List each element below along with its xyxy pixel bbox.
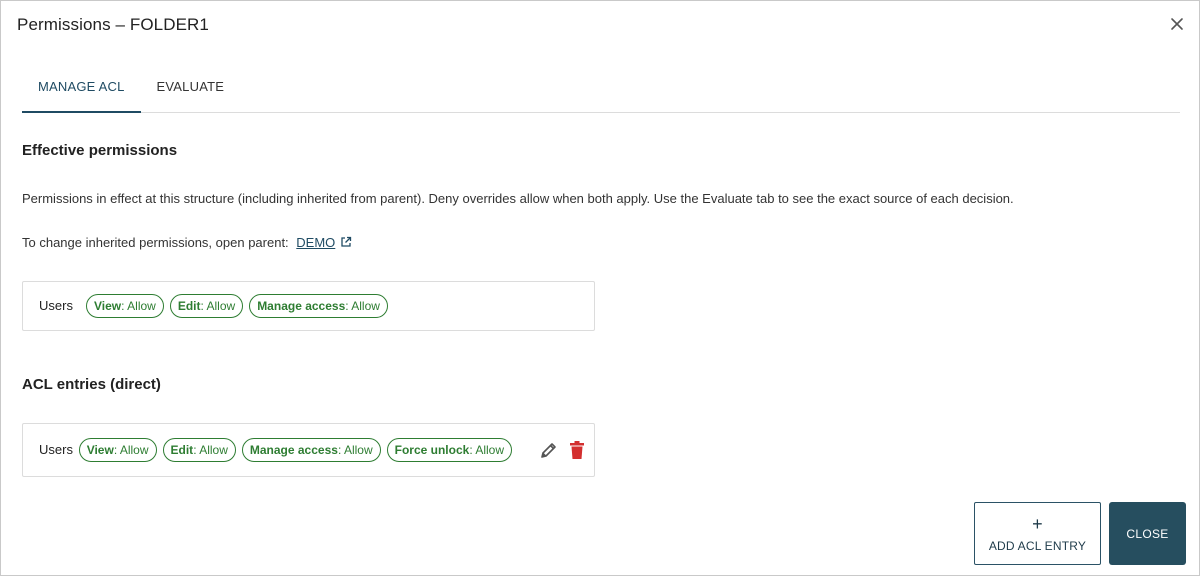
parent-link-row: To change inherited permissions, open pa… (22, 235, 352, 251)
acl-entries-heading: ACL entries (direct) (22, 376, 161, 393)
tab-bar: MANAGE ACL EVALUATE (22, 67, 1180, 113)
effective-permissions-description: Permissions in effect at this structure … (22, 191, 1014, 206)
parent-prefix-text: To change inherited permissions, open pa… (22, 235, 289, 250)
permission-chip-view: View: Allow (86, 294, 164, 318)
row-actions (538, 439, 594, 461)
pencil-icon[interactable] (538, 439, 560, 461)
permission-chip-manage-access: Manage access: Allow (241, 438, 381, 462)
principal-name: Users (39, 297, 73, 313)
add-acl-entry-button[interactable]: + ADD ACL ENTRY (974, 502, 1101, 565)
permission-chip-force-unlock: Force unlock: Allow (386, 438, 512, 462)
permission-chip-edit: Edit: Allow (162, 438, 236, 462)
acl-entry-row: Users View: Allow Edit: Allow Manage acc… (22, 423, 595, 477)
close-button[interactable]: CLOSE (1109, 502, 1186, 565)
close-icon[interactable] (1169, 16, 1185, 32)
permission-chip-manage-access: Manage access: Allow (249, 294, 388, 318)
add-acl-entry-label: ADD ACL ENTRY (988, 538, 1087, 553)
permission-chip-view: View: Allow (78, 438, 157, 462)
effective-permission-row: Users View: Allow Edit: Allow Manage acc… (22, 281, 595, 331)
plus-icon: + (1032, 513, 1043, 534)
parent-link[interactable]: DEMO (296, 235, 335, 250)
external-link-icon[interactable] (340, 236, 352, 251)
dialog-title: Permissions – FOLDER1 (17, 15, 209, 34)
principal-name: Users (39, 441, 73, 457)
permissions-dialog: Permissions – FOLDER1 MANAGE ACL EVALUAT… (0, 0, 1200, 576)
trash-icon[interactable] (566, 439, 588, 461)
tab-manage-acl[interactable]: MANAGE ACL (22, 67, 141, 113)
tab-evaluate[interactable]: EVALUATE (141, 67, 241, 112)
permission-chip-edit: Edit: Allow (169, 294, 244, 318)
effective-permissions-heading: Effective permissions (22, 142, 178, 159)
